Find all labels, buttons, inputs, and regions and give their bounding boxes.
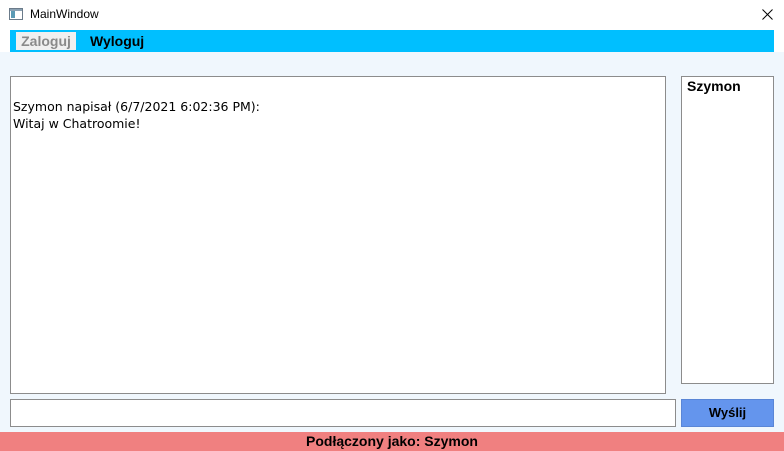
app-window-icon (9, 8, 23, 20)
title-bar: MainWindow (0, 0, 784, 30)
close-button[interactable] (752, 2, 782, 28)
send-button[interactable]: Wyślij (681, 399, 774, 427)
menu-item-login[interactable]: Zaloguj (16, 32, 76, 50)
menu-item-logout[interactable]: Wyloguj (90, 32, 144, 50)
chat-message-header: Szymon napisał (6/7/2021 6:02:36 PM): (13, 99, 260, 114)
close-icon (762, 9, 773, 20)
status-bar: Podłączony jako: Szymon (0, 432, 784, 451)
message-input[interactable] (10, 399, 676, 427)
chat-message-text: Witaj w Chatroomie! (13, 116, 141, 131)
chat-log[interactable]: Szymon napisał (6/7/2021 6:02:36 PM): Wi… (10, 76, 666, 394)
menu-bar: Zaloguj Wyloguj (10, 30, 774, 52)
user-list[interactable]: Szymon (681, 76, 774, 384)
user-list-item[interactable]: Szymon (687, 78, 768, 95)
window-title: MainWindow (30, 7, 99, 21)
